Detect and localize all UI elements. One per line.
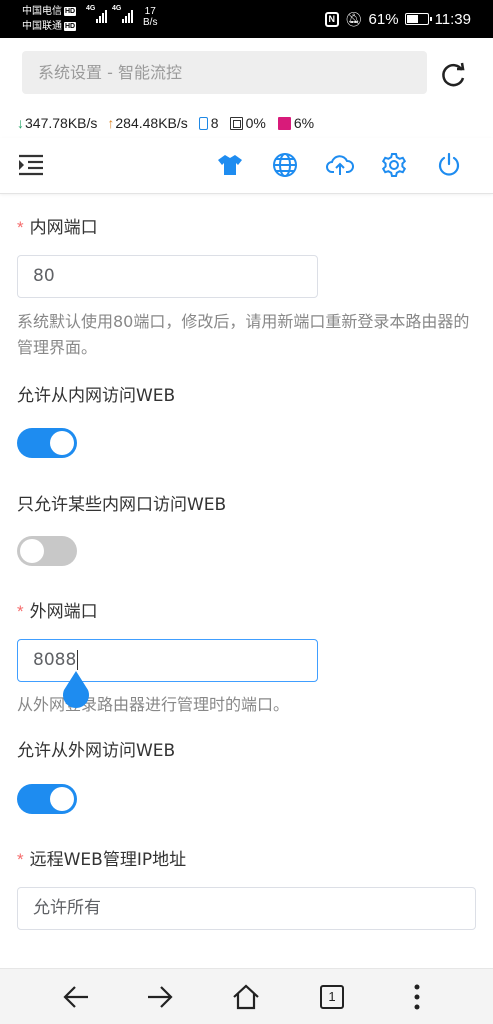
- vibrate-icon: 🔕︎: [344, 10, 363, 27]
- back-arrow-icon[interactable]: [61, 982, 91, 1012]
- device-count: 8: [188, 115, 219, 131]
- allow-lan-web-label: 允许从内网访问WEB: [17, 386, 176, 406]
- forward-arrow-icon[interactable]: [145, 982, 175, 1012]
- router-toolbar: [0, 138, 493, 194]
- power-icon[interactable]: [435, 151, 463, 179]
- allow-lan-web-switch[interactable]: [17, 428, 77, 458]
- reload-icon[interactable]: [440, 60, 468, 88]
- router-stats-bar: ↓ 347.78KB/s ↑ 284.48KB/s 8 0% 6%: [0, 108, 493, 138]
- network-speed: 17 B/s: [143, 6, 158, 28]
- tabs-icon[interactable]: 1: [317, 982, 347, 1012]
- browser-bottom-nav: 1: [0, 968, 493, 1024]
- signal-icon: 4G: [86, 5, 107, 23]
- browser-address-bar: 系统设置 - 智能流控: [0, 38, 493, 108]
- upload-speed: ↑ 284.48KB/s: [107, 115, 188, 131]
- allow-some-lan-switch[interactable]: [17, 536, 77, 566]
- wan-port-label: * 外网端口: [17, 602, 98, 622]
- home-icon[interactable]: [231, 982, 261, 1012]
- cursor-handle[interactable]: [60, 670, 92, 712]
- allow-some-lan-label: 只允许某些内网口访问WEB: [17, 495, 227, 515]
- clock: 11:39: [434, 10, 471, 28]
- lan-port-hint: 系统默认使用80端口，修改后，请用新端口重新登录本路由器的管理界面。: [17, 312, 470, 357]
- phone-icon: [198, 116, 208, 130]
- globe-icon[interactable]: [271, 151, 299, 179]
- remote-ip-label: * 远程WEB管理IP地址: [17, 850, 187, 870]
- memory-icon: [277, 116, 291, 130]
- carrier-2: 中国联通 HD: [22, 21, 77, 32]
- lan-port-label: * 内网端口: [17, 218, 98, 238]
- carrier-1: 中国电信 HD: [22, 6, 77, 17]
- cpu-icon: [229, 116, 243, 130]
- cpu-usage: 0%: [219, 115, 266, 131]
- status-bar: 中国电信 HD 中国联通 HD 4G 4G 17 B/s N 🔕︎ 61% 11:3…: [0, 0, 493, 38]
- download-speed: ↓ 347.78KB/s: [17, 115, 98, 131]
- memory-usage: 6%: [266, 115, 314, 131]
- allow-wan-web-label: 允许从外网访问WEB: [17, 741, 176, 761]
- battery-icon: [404, 13, 432, 25]
- more-icon[interactable]: [402, 982, 432, 1012]
- allow-wan-web-switch[interactable]: [17, 784, 77, 814]
- menu-indent-icon[interactable]: [17, 151, 45, 179]
- remote-ip-select[interactable]: 允许所有: [17, 887, 476, 930]
- nfc-icon: N: [324, 11, 339, 27]
- signal-icon: 4G: [112, 5, 133, 23]
- url-field[interactable]: 系统设置 - 智能流控: [22, 51, 427, 94]
- battery-percent: 61%: [368, 10, 399, 28]
- cloud-upload-icon[interactable]: [326, 151, 354, 179]
- gear-icon[interactable]: [380, 151, 408, 179]
- tshirt-icon[interactable]: [216, 151, 244, 179]
- lan-port-input[interactable]: 80: [17, 255, 318, 298]
